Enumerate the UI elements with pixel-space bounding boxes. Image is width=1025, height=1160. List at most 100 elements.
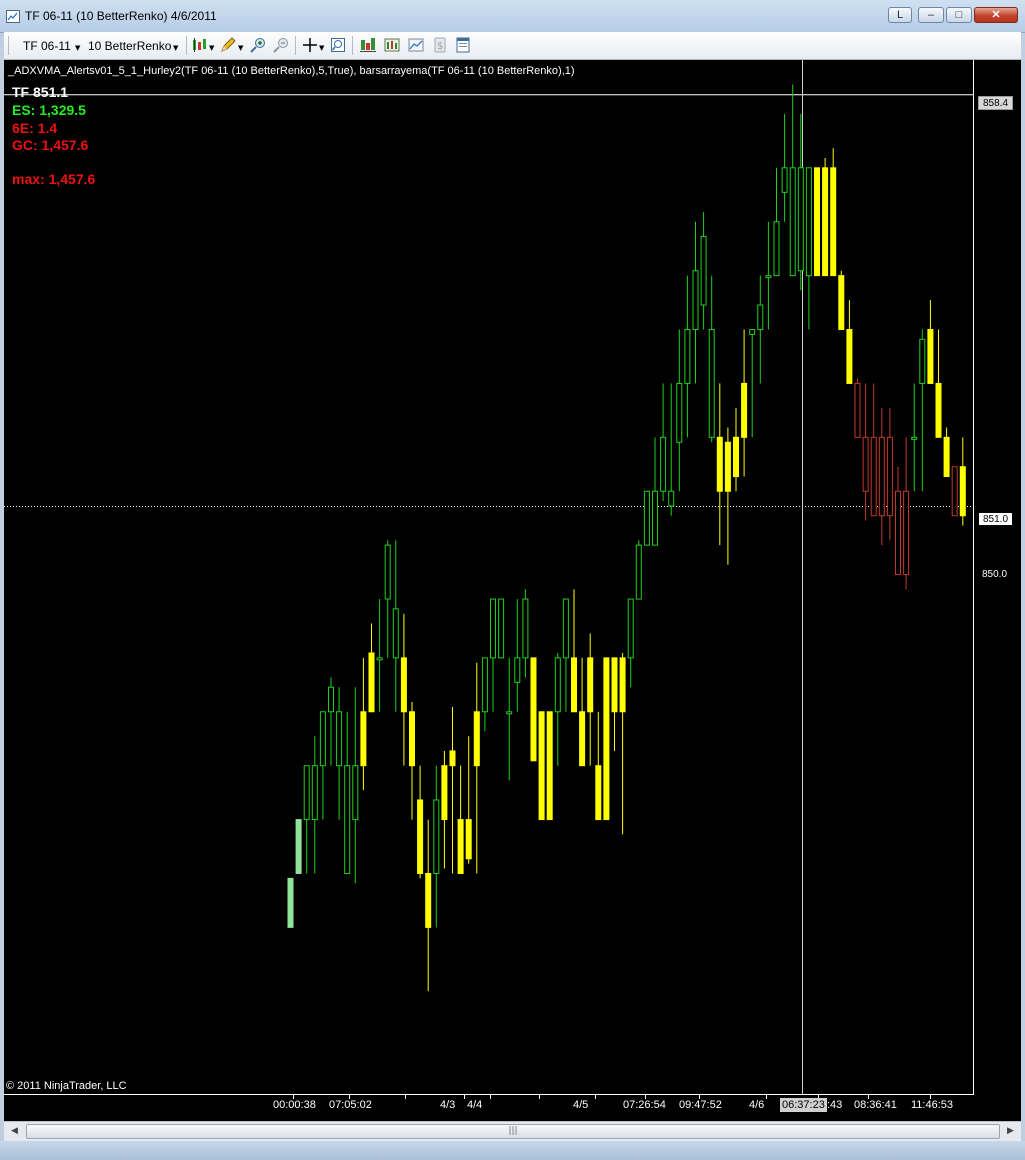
crosshair-price-tag: 858.4 xyxy=(978,96,1014,110)
candle-body xyxy=(522,598,529,659)
candle-body xyxy=(870,436,877,517)
candle-body xyxy=(765,275,772,279)
candle-body xyxy=(611,657,618,713)
data-box-icon[interactable] xyxy=(330,37,346,53)
candle-body xyxy=(643,490,650,546)
candle-body xyxy=(336,711,343,767)
candle-body xyxy=(733,436,739,478)
info-6e-price: 6E: 1.4 xyxy=(12,120,58,136)
scroll-right-icon[interactable]: ▶ xyxy=(1003,1124,1018,1139)
candle-body xyxy=(498,598,505,659)
time-label: 08:36:41 xyxy=(854,1099,897,1111)
instrument-selector[interactable]: TF 06-11 xyxy=(23,39,71,53)
chart-style-icon[interactable] xyxy=(191,37,207,53)
candle-body xyxy=(668,490,675,507)
candle-body xyxy=(303,765,310,821)
link-button[interactable]: L xyxy=(888,7,912,23)
candle-body xyxy=(741,382,748,438)
period-selector[interactable]: 10 BetterRenko xyxy=(88,39,171,53)
strategies-icon[interactable] xyxy=(408,37,424,53)
candle-body xyxy=(895,490,901,576)
candle-body xyxy=(838,275,845,331)
crosshair-icon[interactable] xyxy=(302,37,318,53)
candle-body xyxy=(619,657,626,713)
time-label: 4/4 xyxy=(467,1099,483,1111)
candle-body xyxy=(433,799,440,874)
info-max-price: max: 1,457.6 xyxy=(12,171,96,187)
time-label: 09:47:52 xyxy=(679,1099,722,1111)
time-label: 00:00:38 xyxy=(273,1099,316,1111)
candle-body xyxy=(409,711,415,767)
time-label: :43 xyxy=(827,1099,843,1111)
chart-properties-icon[interactable] xyxy=(455,37,471,53)
chevron-down-icon[interactable]: ▼ xyxy=(209,44,214,52)
chart-panel[interactable]: _ADXVMA_Alertsv01_5_1_Hurley2(TF 06-11 (… xyxy=(4,60,1021,1121)
candle-body xyxy=(400,657,407,713)
minimize-button[interactable]: – xyxy=(918,7,944,23)
close-button[interactable]: ✕ xyxy=(974,7,1018,23)
candle-body xyxy=(344,765,351,874)
candle-body xyxy=(943,436,950,478)
candle-body xyxy=(846,329,853,384)
candle-body xyxy=(749,329,756,335)
toolbar-separator xyxy=(186,36,187,55)
time-label: 4/6 xyxy=(749,1099,765,1111)
chevron-down-icon[interactable]: ▼ xyxy=(173,44,178,52)
candle-body xyxy=(376,657,383,661)
price-chart[interactable] xyxy=(4,60,1021,1121)
last-price-tag: 851.0 xyxy=(978,512,1014,526)
candle-body xyxy=(716,436,723,492)
candle-body xyxy=(425,872,432,928)
candle-body xyxy=(862,436,869,492)
candle-body xyxy=(554,657,561,713)
drawing-pencil-icon[interactable] xyxy=(220,37,236,53)
zoom-in-icon[interactable] xyxy=(250,37,266,53)
toolbar-grip xyxy=(8,36,9,55)
horizontal-scrollbar[interactable]: ◀ ||| ▶ xyxy=(4,1121,1021,1141)
title-bar: TF 06-11 (10 BetterRenko) 4/6/2011 L – □… xyxy=(0,0,1025,33)
candle-body xyxy=(587,657,594,713)
zoom-out-icon[interactable] xyxy=(273,37,289,53)
svg-text:$: $ xyxy=(437,41,443,52)
candle-body xyxy=(465,819,472,860)
candle-body xyxy=(579,711,586,767)
scroll-left-icon[interactable]: ◀ xyxy=(7,1124,22,1139)
scroll-thumb[interactable]: ||| xyxy=(26,1124,1000,1139)
candle-body xyxy=(441,765,448,821)
candle-body xyxy=(392,608,399,659)
toolbar-separator xyxy=(352,36,353,55)
candle-body xyxy=(822,167,829,277)
candle-body xyxy=(571,657,577,713)
info-tf-price: TF 851.1 xyxy=(12,84,69,100)
candle-body xyxy=(652,490,658,546)
indicator-label: _ADXVMA_Alertsv01_5_1_Hurley2(TF 06-11 (… xyxy=(8,65,575,77)
indicators-icon[interactable] xyxy=(384,37,400,53)
time-label: 07:05:02 xyxy=(329,1099,372,1111)
info-es-price: ES: 1,329.5 xyxy=(12,102,86,118)
candle-body xyxy=(311,765,318,821)
candle-body xyxy=(319,711,326,767)
chevron-down-icon[interactable]: ▼ xyxy=(238,44,243,52)
time-label: 4/3 xyxy=(440,1099,456,1111)
candle-body xyxy=(708,329,715,438)
candle-body xyxy=(903,490,910,576)
money-icon[interactable]: $ xyxy=(432,37,448,53)
candle-body xyxy=(457,819,464,874)
candle-body xyxy=(935,382,942,438)
window-bottom-frame xyxy=(0,1141,1025,1160)
bar-chart-icon[interactable] xyxy=(360,37,376,53)
candle-body xyxy=(530,657,537,762)
candle-body xyxy=(384,544,391,600)
candle-body xyxy=(781,167,788,193)
candle-body xyxy=(814,167,820,277)
chart-toolbar: TF 06-11 ▼ 10 BetterRenko ▼ ▼ ▼ ▼ $ xyxy=(4,32,1021,60)
toolbar-separator xyxy=(295,36,296,55)
copyright-text: © 2011 NinjaTrader, LLC xyxy=(6,1080,127,1092)
candle-body xyxy=(660,436,667,492)
candle-body xyxy=(757,304,764,331)
chevron-down-icon[interactable]: ▼ xyxy=(75,44,80,52)
maximize-button[interactable]: □ xyxy=(946,7,972,23)
candle-body xyxy=(449,750,456,767)
chevron-down-icon[interactable]: ▼ xyxy=(319,44,324,52)
candle-body xyxy=(603,657,610,821)
